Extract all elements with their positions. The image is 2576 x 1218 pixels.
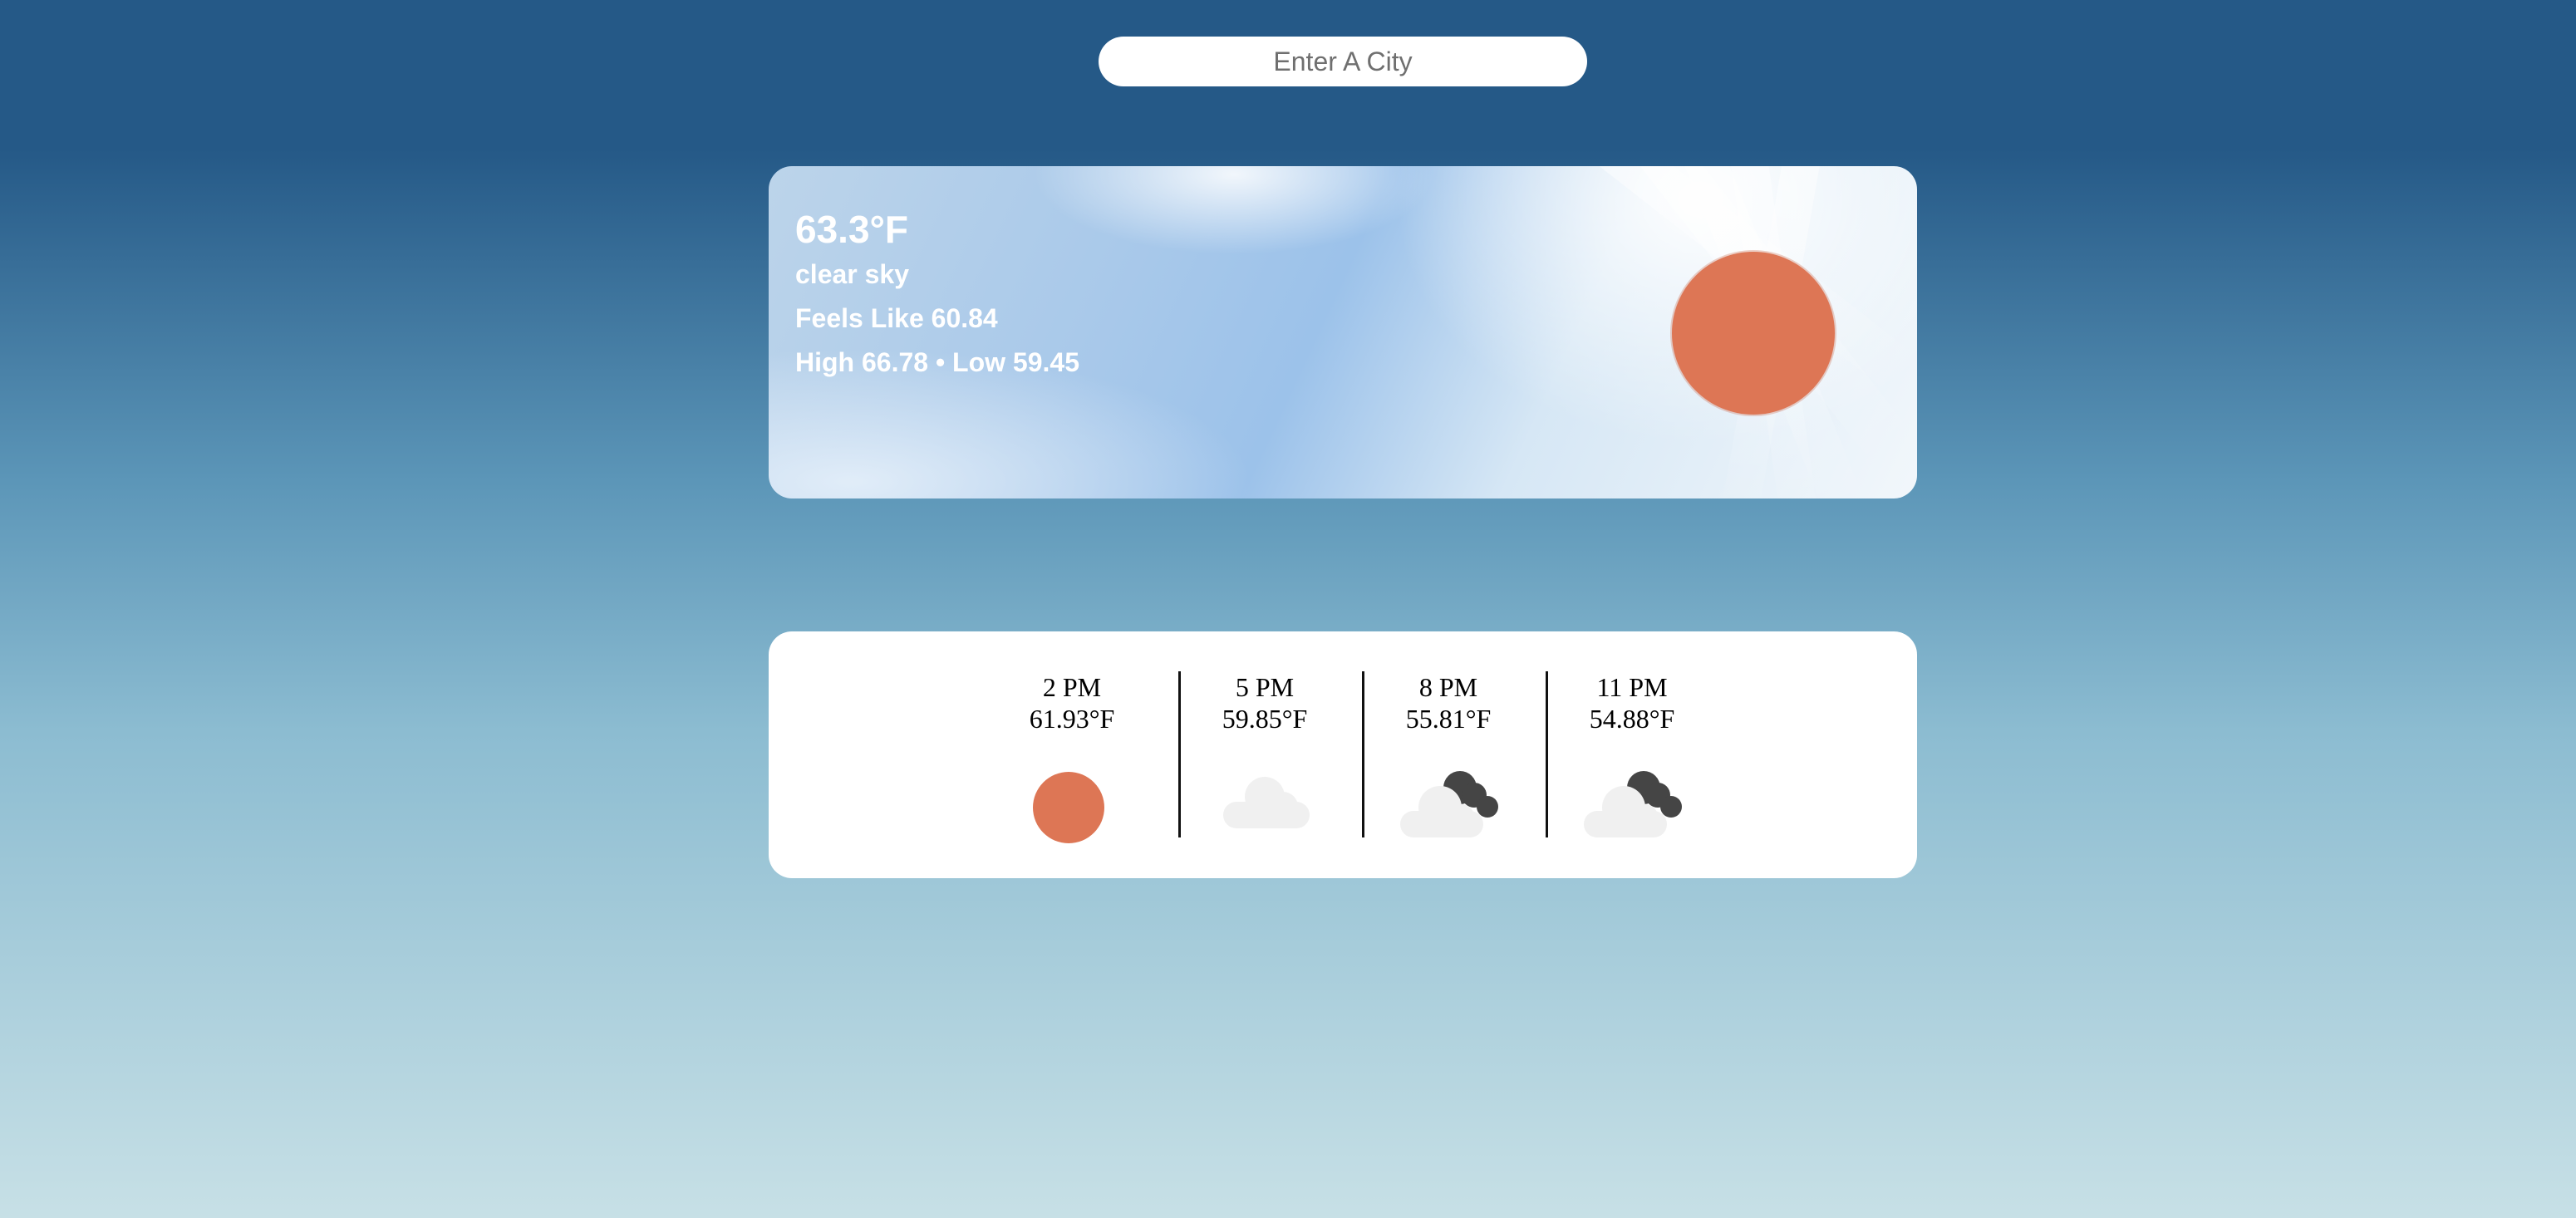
hourly-forecast-card: 2 PM 61.93°F 5 PM 59.85°F 8 PM 55.81°F 1… [769, 631, 1917, 878]
forecast-time: 2 PM [1042, 672, 1102, 702]
high-low: High 66.78 • Low 59.45 [795, 347, 1079, 377]
sun-disc [1033, 772, 1104, 843]
feels-like: Feels Like 60.84 [795, 303, 998, 333]
forecast-divider [1178, 671, 1181, 837]
forecast-divider [1362, 671, 1364, 837]
current-temperature: 63.3°F [795, 208, 909, 251]
forecast-item: 11 PM 54.88°F [1570, 671, 1694, 734]
cloud-base [1223, 802, 1310, 828]
cloud-base [1400, 811, 1483, 837]
search-bar [1099, 37, 1587, 86]
forecast-temp: 59.85°F [1222, 704, 1308, 734]
cloud-icon [1222, 777, 1313, 839]
forecast-item: 2 PM 61.93°F [1010, 671, 1134, 734]
cloud-base [1584, 811, 1667, 837]
current-weather-details: 63.3°F clear sky Feels Like 60.84 High 6… [795, 206, 1079, 385]
forecast-time: 8 PM [1418, 672, 1478, 702]
dark-cloud-puff [1660, 796, 1682, 818]
forecast-temp: 61.93°F [1029, 704, 1115, 734]
weather-description: clear sky [795, 259, 910, 289]
sun-icon [1672, 252, 1835, 415]
forecast-temp: 55.81°F [1405, 704, 1492, 734]
partly-cloudy-night-icon [1399, 771, 1502, 842]
city-search-input[interactable] [1099, 37, 1587, 86]
sun-icon [1031, 770, 1106, 845]
partly-cloudy-night-icon [1582, 771, 1686, 842]
forecast-time: 11 PM [1596, 672, 1668, 702]
dark-cloud-puff [1477, 796, 1498, 818]
forecast-divider [1546, 671, 1548, 837]
forecast-time: 5 PM [1235, 672, 1295, 702]
current-weather-card: 63.3°F clear sky Feels Like 60.84 High 6… [769, 166, 1917, 498]
forecast-temp: 54.88°F [1589, 704, 1675, 734]
forecast-item: 8 PM 55.81°F [1386, 671, 1511, 734]
forecast-item: 5 PM 59.85°F [1202, 671, 1327, 734]
